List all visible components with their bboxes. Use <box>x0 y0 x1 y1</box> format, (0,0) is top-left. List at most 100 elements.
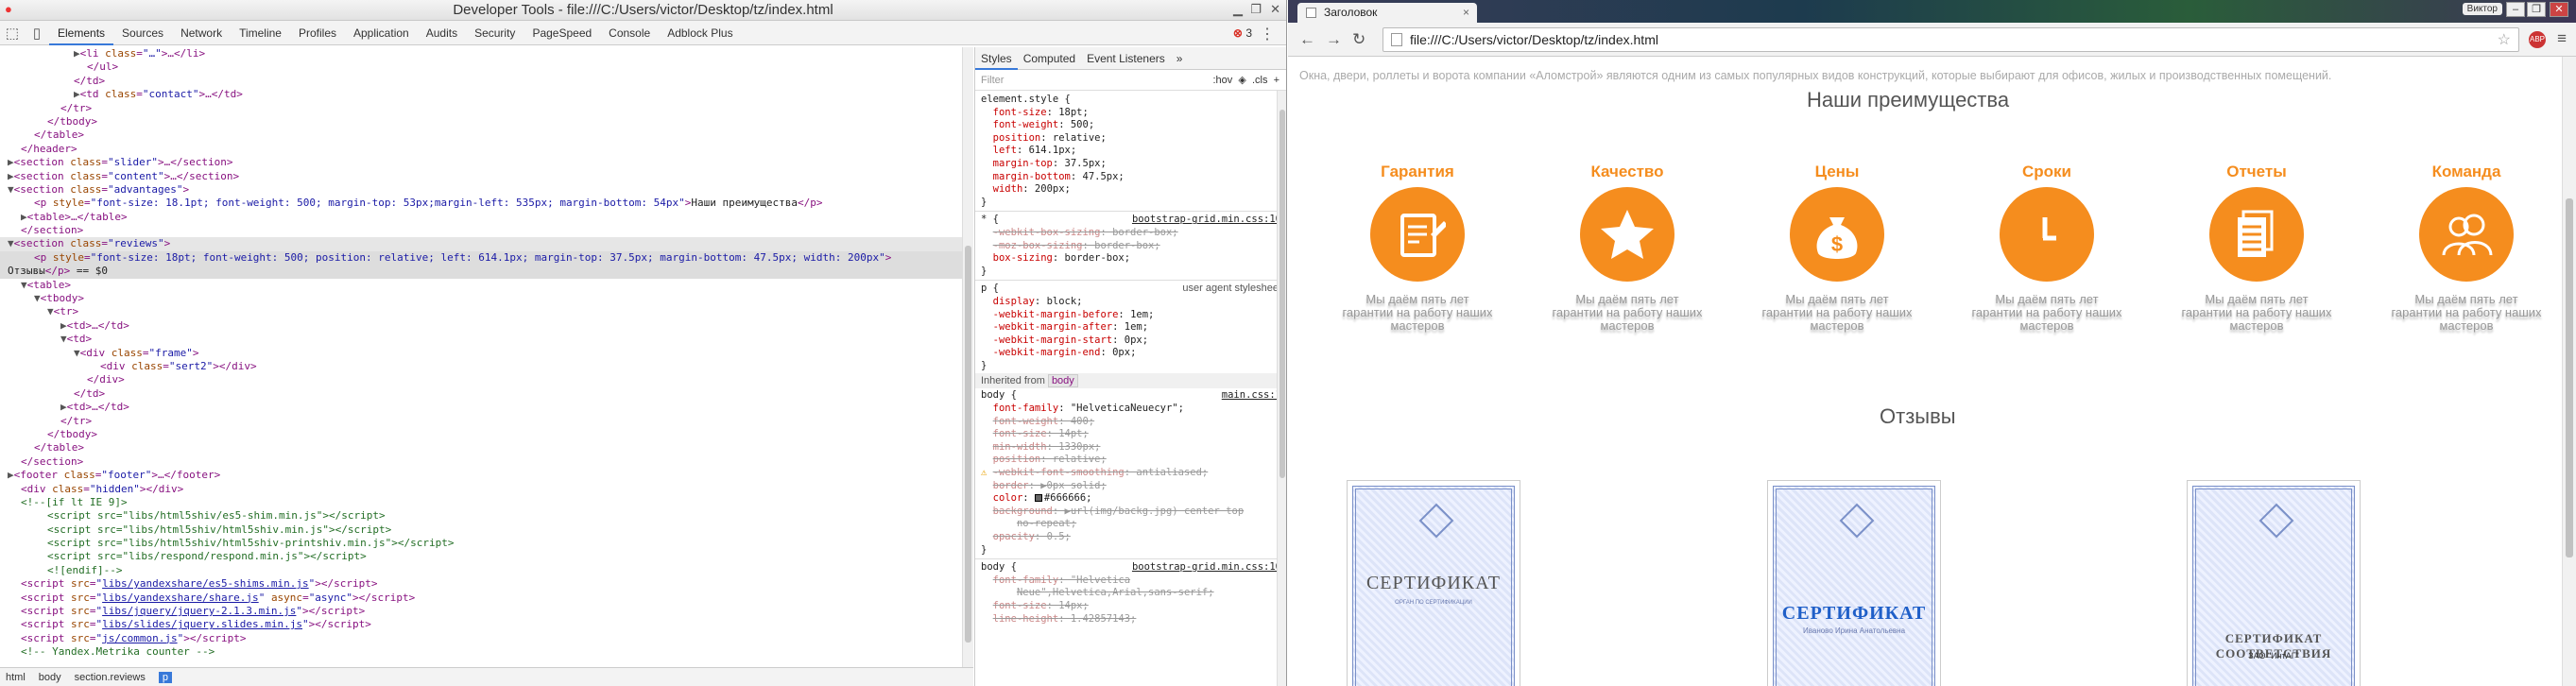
dom-node-row[interactable]: ▼<tbody> <box>0 292 973 305</box>
dom-node-row[interactable]: </td> <box>0 387 973 401</box>
error-count-badge[interactable]: ⊗ 3 <box>1233 26 1252 40</box>
dom-node-row[interactable]: <script src="libs/jquery/jquery-2.1.3.mi… <box>0 605 973 618</box>
certificate-image[interactable]: СЕРТИФИКАТ СООТВЕТСТВИЯ ЗАО "ИнтАГ" <box>2187 480 2361 686</box>
css-declaration[interactable]: -moz-box-sizing: border-box; <box>981 240 1281 253</box>
devtools-tab-profiles[interactable]: Profiles <box>290 21 345 45</box>
css-declaration[interactable]: color: #666666; <box>981 492 1281 506</box>
dom-node-row[interactable]: <script src="js/common.js"></script> <box>0 632 973 645</box>
devtools-tab-timeline[interactable]: Timeline <box>231 21 290 45</box>
dom-node-row[interactable]: ▼<td> <box>0 333 973 346</box>
css-declaration[interactable]: Neue",Helvetica,Arial,sans-serif; <box>981 587 1281 600</box>
css-declaration[interactable]: font-weight: 500; <box>981 119 1281 132</box>
dom-node-row[interactable]: <script src="libs/slides/jquery.slides.m… <box>0 618 973 631</box>
reload-icon[interactable]: ↻ <box>1352 30 1365 49</box>
dom-node-row[interactable]: </header> <box>0 143 973 156</box>
css-declaration[interactable]: border: ▶0px solid; <box>981 480 1281 493</box>
browser-minimize-button[interactable]: – <box>2506 2 2525 17</box>
dom-node-row[interactable]: ▼<div class="frame"> <box>0 347 973 360</box>
dom-node-row[interactable]: <![endif]--> <box>0 564 973 577</box>
page-info-icon[interactable] <box>1391 33 1402 46</box>
dom-node-row[interactable]: ▶<li class="…">…</li> <box>0 47 973 60</box>
styles-tab-computed[interactable]: Computed <box>1018 47 1081 70</box>
css-declaration[interactable]: margin-top: 37.5px; <box>981 158 1281 171</box>
inspect-element-icon[interactable]: ⬚ <box>0 25 25 42</box>
stylesheet-link[interactable]: main.css:1 <box>1222 389 1281 403</box>
page-scrollbar[interactable] <box>2562 57 2576 686</box>
css-declaration[interactable]: display: block; <box>981 296 1281 309</box>
devtools-tab-audits[interactable]: Audits <box>418 21 466 45</box>
more-options-icon[interactable]: ⋮ <box>1260 25 1275 43</box>
dom-node-row[interactable]: <script src="libs/yandexshare/share.js" … <box>0 592 973 605</box>
breadcrumb-item[interactable]: section.reviews <box>75 672 146 683</box>
css-declaration[interactable]: font-size: 18pt; <box>981 107 1281 120</box>
dom-node-row[interactable]: <div class="sert2"></div> <box>0 360 973 373</box>
css-declaration[interactable]: font-weight: 400; <box>981 416 1281 429</box>
dom-node-row[interactable]: <p style="font-size: 18.1pt; font-weight… <box>0 197 973 210</box>
devtools-tab-elements[interactable]: Elements <box>49 21 114 45</box>
styles-rules[interactable]: element.style { font-size: 18pt; font-we… <box>975 91 1286 628</box>
minimize-button[interactable]: ▁ <box>1233 2 1243 17</box>
dom-node-row[interactable]: </table> <box>0 129 973 142</box>
styles-tab-styles[interactable]: Styles <box>975 47 1018 70</box>
css-declaration[interactable]: body {main.css:1 <box>981 389 1281 403</box>
elements-tree[interactable]: ▶<li class="…">…</li> </ul> </td> ▶<td clas… <box>0 47 973 667</box>
css-declaration[interactable]: } <box>981 360 1281 373</box>
breadcrumb-item[interactable]: p <box>158 671 172 683</box>
css-declaration[interactable]: * {bootstrap-grid.min.css:10 <box>981 214 1281 227</box>
browser-maximize-button[interactable]: ❐ <box>2527 2 2546 17</box>
dom-node-row[interactable]: ▶<table>…</table> <box>0 211 973 224</box>
forward-icon[interactable]: → <box>1326 30 1342 49</box>
css-declaration[interactable]: } <box>981 266 1281 279</box>
dom-node-row[interactable]: <script src="libs/html5shiv/html5shiv-pr… <box>0 537 973 550</box>
dom-node-row[interactable]: </ul> <box>0 60 973 74</box>
css-declaration[interactable]: -webkit-margin-after: 1em; <box>981 321 1281 334</box>
page-scrollbar-thumb[interactable] <box>2566 198 2573 557</box>
dom-node-row[interactable]: ▼<section class="advantages"> <box>0 183 973 197</box>
dom-node-row[interactable]: </tbody> <box>0 428 973 441</box>
dom-node-row[interactable]: <script src="libs/html5shiv/es5-shim.min… <box>0 509 973 523</box>
css-declaration[interactable]: } <box>981 544 1281 557</box>
css-declaration[interactable]: font-size: 14pt; <box>981 428 1281 441</box>
dom-node-row[interactable]: <script src="libs/respond/respond.min.js… <box>0 550 973 563</box>
css-declaration[interactable]: position: relative; <box>981 454 1281 467</box>
filter-input[interactable]: Filter <box>981 75 1004 86</box>
dom-node-row[interactable]: <!--[if lt IE 9]> <box>0 496 973 509</box>
maximize-button[interactable]: ❐ <box>1250 2 1262 17</box>
css-declaration[interactable]: min-width: 1330px; <box>981 441 1281 454</box>
styles-tab-event-listeners[interactable]: Event Listeners <box>1081 47 1171 70</box>
breadcrumb-item[interactable]: body <box>39 672 61 683</box>
css-declaration[interactable]: margin-bottom: 47.5px; <box>981 171 1281 184</box>
close-button[interactable]: ✕ <box>1270 2 1280 17</box>
css-declaration[interactable]: -webkit-margin-before: 1em; <box>981 309 1281 322</box>
dom-node-row[interactable]: </table> <box>0 441 973 454</box>
tab-close-icon[interactable]: × <box>1463 3 1469 23</box>
devtools-tab-adblock-plus[interactable]: Adblock Plus <box>659 21 741 45</box>
css-declaration[interactable]: -webkit-margin-start: 0px; <box>981 334 1281 348</box>
dom-node-row[interactable]: Отзывы</p> == $0 <box>0 265 973 279</box>
css-declaration[interactable]: } <box>981 197 1281 210</box>
elements-scrollbar-thumb[interactable] <box>965 246 971 643</box>
css-declaration[interactable]: font-family: "HelveticaNeuecyr"; <box>981 403 1281 416</box>
css-declaration[interactable]: font-size: 14px; <box>981 600 1281 613</box>
css-declaration[interactable]: line-height: 1.42857143; <box>981 613 1281 626</box>
browser-tab[interactable]: Заголовок × <box>1297 3 1477 23</box>
back-icon[interactable]: ← <box>1299 30 1315 49</box>
css-declaration[interactable]: body {bootstrap-grid.min.css:10 <box>981 561 1281 575</box>
dom-node-row[interactable]: ▼<tr> <box>0 305 973 318</box>
dom-node-row[interactable]: <div class="hidden"></div> <box>0 483 973 496</box>
dom-node-row[interactable]: <p style="font-size: 18pt; font-weight: … <box>0 250 973 266</box>
devtools-tab-pagespeed[interactable]: PageSpeed <box>524 21 600 45</box>
inherited-tag[interactable]: body <box>1047 374 1078 388</box>
elements-scrollbar[interactable] <box>962 47 973 667</box>
css-declaration[interactable]: element.style { <box>981 94 1281 107</box>
profile-button[interactable]: Виктор <box>2462 3 2502 15</box>
breadcrumb-item[interactable]: html <box>6 672 26 683</box>
css-declaration[interactable]: background: ▶url(img/backg.jpg) center t… <box>981 506 1281 519</box>
dom-node-row[interactable]: </td> <box>0 75 973 88</box>
dom-node-row[interactable]: ▶<footer class="footer">…</footer> <box>0 469 973 482</box>
css-declaration[interactable]: p {user agent stylesheet <box>981 283 1281 296</box>
css-declaration[interactable]: position: relative; <box>981 132 1281 146</box>
devtools-tab-application[interactable]: Application <box>345 21 418 45</box>
css-declaration[interactable]: width: 200px; <box>981 183 1281 197</box>
dom-node-row[interactable]: <!-- Yandex.Metrika counter --> <box>0 645 973 659</box>
